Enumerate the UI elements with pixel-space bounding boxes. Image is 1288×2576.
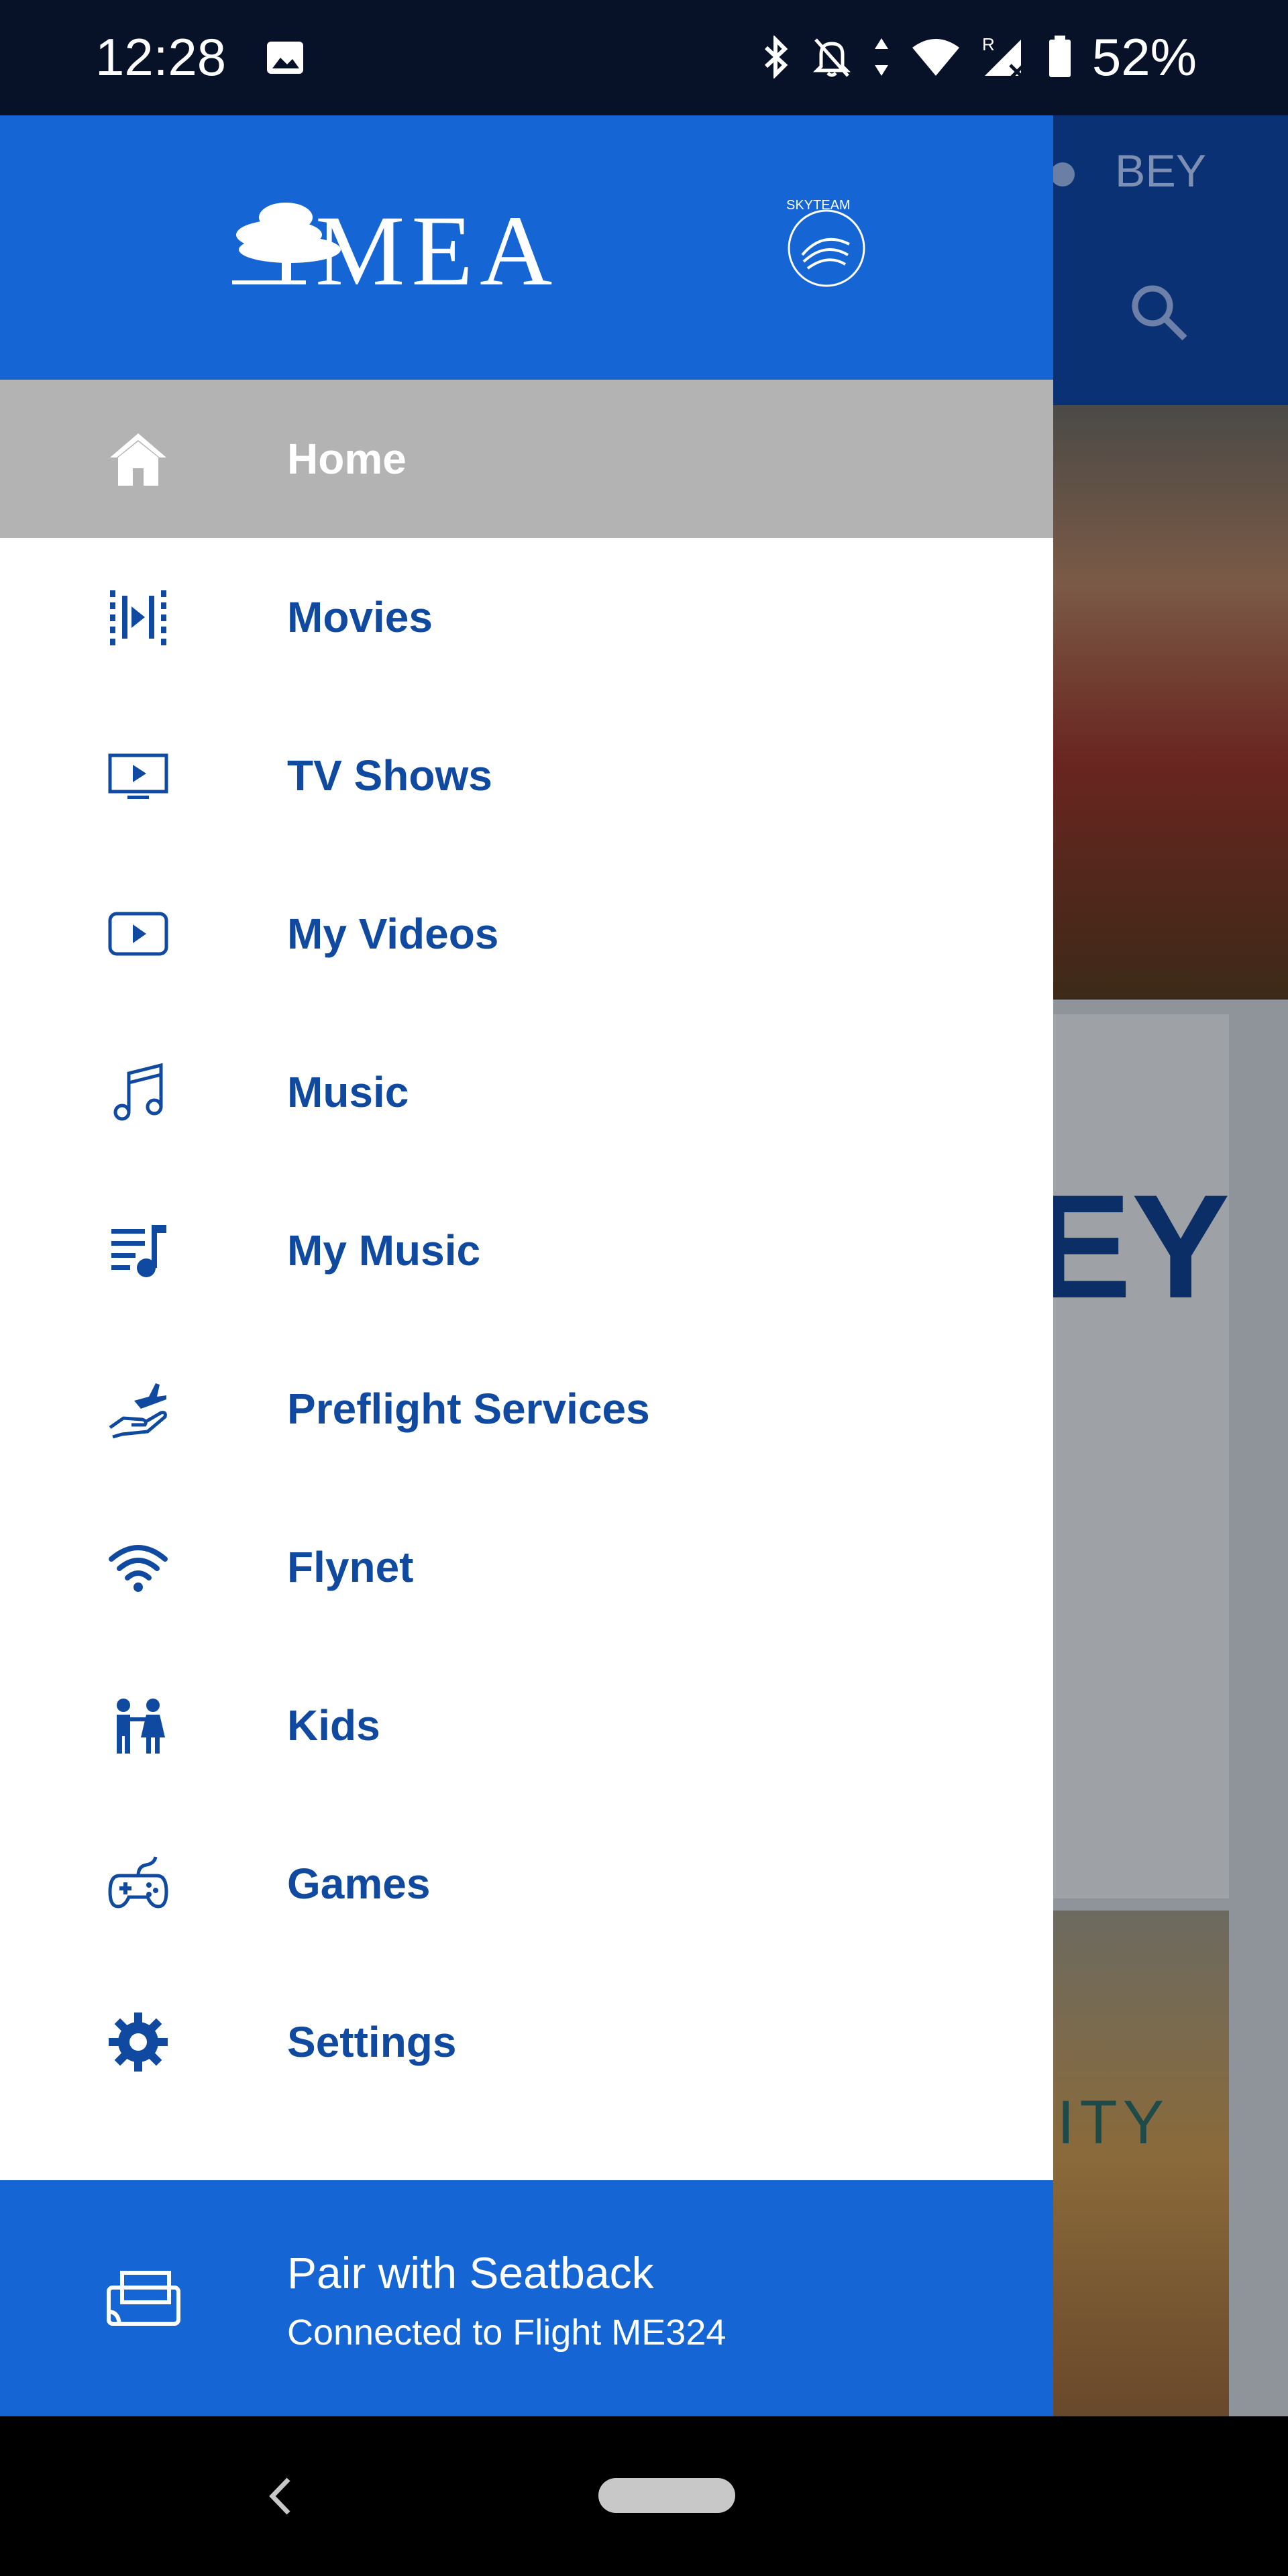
menu-item-label: Games [287,1860,431,1908]
system-nav-bar [0,2416,1288,2576]
menu-item-games[interactable]: Games [0,1805,1053,1963]
bluetooth-icon [762,36,792,78]
back-icon[interactable] [263,2473,297,2523]
music-note-icon [107,1061,169,1123]
menu-item-label: TV Shows [287,751,492,800]
menu-item-label: Kids [287,1701,380,1750]
gear-icon [107,2011,169,2073]
menu-item-label: My Music [287,1226,481,1275]
svg-text:R: R [982,36,995,54]
kids-icon [107,1695,169,1756]
gamepad-icon [107,1853,169,1915]
playlist-icon [107,1220,169,1281]
data-arrows-icon [872,36,891,78]
menu-item-music[interactable]: Music [0,1013,1053,1171]
home-pill-button[interactable] [598,2478,735,2513]
content-card[interactable] [1053,1014,1229,1898]
menu-item-home[interactable]: Home [0,380,1053,538]
battery-percent: 52% [1091,28,1197,87]
menu-item-label: Flynet [287,1543,414,1591]
pair-status: Connected to Flight ME324 [287,2312,727,2353]
mea-skyteam-logo: MEA SKYTEAM [232,191,876,307]
menu-item-label: Home [287,435,407,483]
battery-icon [1048,36,1072,78]
menu-item-settings[interactable]: Settings [0,1963,1053,2121]
status-icons: R 52% [762,27,1197,87]
status-time: 12:28 [95,28,227,87]
menu-item-my-music[interactable]: My Music [0,1171,1053,1330]
navigation-drawer: MEA SKYTEAM Home Movies TV Shows My Vide… [0,115,1053,2416]
menu-item-movies[interactable]: Movies [0,538,1053,696]
cast-screen-icon [103,2267,184,2331]
cell-signal-roaming-icon: R [981,36,1028,78]
image-icon [266,40,305,75]
preflight-services-icon [107,1378,169,1440]
card-title: EY [1033,1164,1230,1329]
notifications-off-icon [812,36,852,78]
logo-text: MEA [315,195,559,298]
menu-item-preflight-services[interactable]: Preflight Services [0,1330,1053,1488]
menu-item-kids[interactable]: Kids [0,1646,1053,1805]
tv-icon [107,745,169,806]
pair-title: Pair with Seatback [287,2248,654,2298]
drawer-header: MEA SKYTEAM [0,115,1053,380]
search-icon[interactable] [1127,280,1191,348]
menu-item-label: Settings [287,2018,457,2066]
pair-with-seatback-button[interactable]: Pair with Seatback Connected to Flight M… [0,2180,1053,2416]
drawer-menu: Home Movies TV Shows My Videos Music My … [0,380,1053,2121]
menu-item-label: My Videos [287,910,499,958]
wifi-icon [911,37,961,77]
destination-airport: BEY [1115,146,1207,197]
menu-item-label: Preflight Services [287,1385,650,1433]
video-icon [107,903,169,965]
origin-dot-icon [1051,162,1075,186]
menu-item-label: Movies [287,593,433,641]
menu-item-label: Music [287,1068,409,1116]
menu-item-tv-shows[interactable]: TV Shows [0,696,1053,855]
home-icon [107,428,169,490]
alliance-text: SKYTEAM [786,198,851,213]
menu-item-flynet[interactable]: Flynet [0,1488,1053,1646]
movies-icon [107,586,169,648]
wifi-icon [107,1536,169,1598]
hero-banner[interactable] [1053,405,1288,1000]
status-bar: 12:28 R 52% [0,0,1288,115]
menu-item-my-videos[interactable]: My Videos [0,855,1053,1013]
card-title: ITY [1057,2088,1170,2157]
